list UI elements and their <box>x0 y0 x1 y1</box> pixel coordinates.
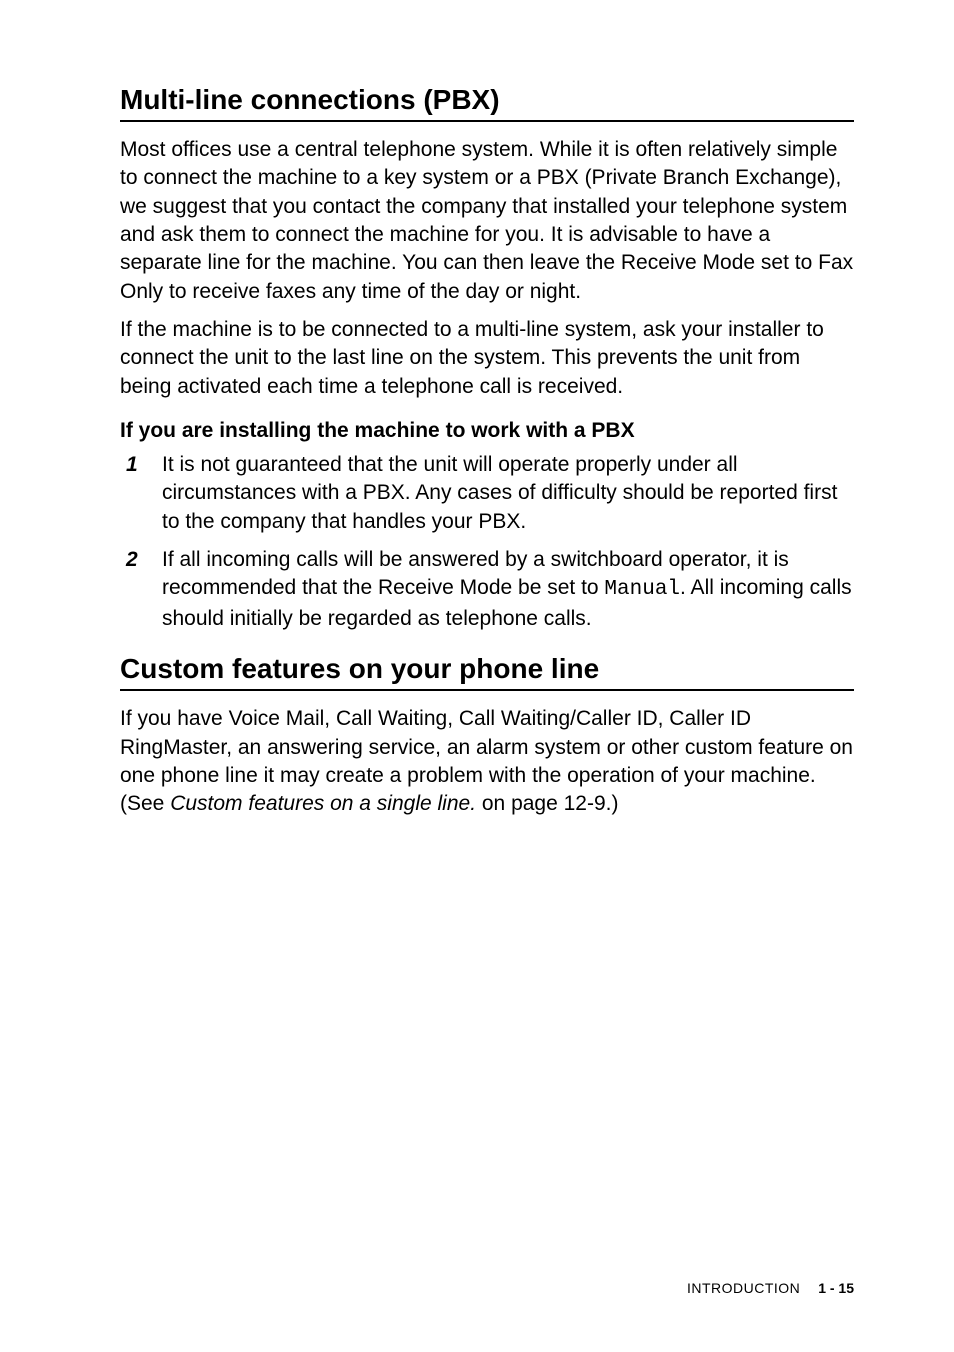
footer-section-label: INTRODUCTION <box>687 1280 800 1296</box>
para-custom-features: If you have Voice Mail, Call Waiting, Ca… <box>120 705 854 818</box>
para-custom-crossref: Custom features on a single line. <box>170 792 476 815</box>
heading-multiline-pbx: Multi-line connections (PBX) <box>120 84 854 116</box>
step-2-number: 2 <box>120 546 162 574</box>
footer-page-number: 1 - 15 <box>818 1280 854 1296</box>
step-2: 2 If all incoming calls will be answered… <box>120 546 854 633</box>
step-1-number: 1 <box>120 451 162 479</box>
page-footer: INTRODUCTION 1 - 15 <box>687 1280 854 1296</box>
para-custom-post: on page 12-9.) <box>476 792 618 815</box>
pbx-install-steps: 1 It is not guaranteed that the unit wil… <box>120 451 854 633</box>
step-2-text: If all incoming calls will be answered b… <box>162 546 854 633</box>
subheading-install-pbx: If you are installing the machine to wor… <box>120 419 854 443</box>
page-container: Multi-line connections (PBX) Most office… <box>0 0 954 1352</box>
heading-rule-2 <box>120 689 854 691</box>
para-pbx-intro: Most offices use a central telephone sys… <box>120 136 854 306</box>
step-1-text: It is not guaranteed that the unit will … <box>162 451 854 536</box>
section-custom-features: Custom features on your phone line If yo… <box>120 653 854 818</box>
heading-rule-1 <box>120 120 854 122</box>
para-pbx-multiline: If the machine is to be connected to a m… <box>120 316 854 401</box>
section-multiline-pbx: Multi-line connections (PBX) Most office… <box>120 84 854 633</box>
step-1: 1 It is not guaranteed that the unit wil… <box>120 451 854 536</box>
heading-custom-features: Custom features on your phone line <box>120 653 854 685</box>
step-2-mono: Manual <box>604 578 680 601</box>
